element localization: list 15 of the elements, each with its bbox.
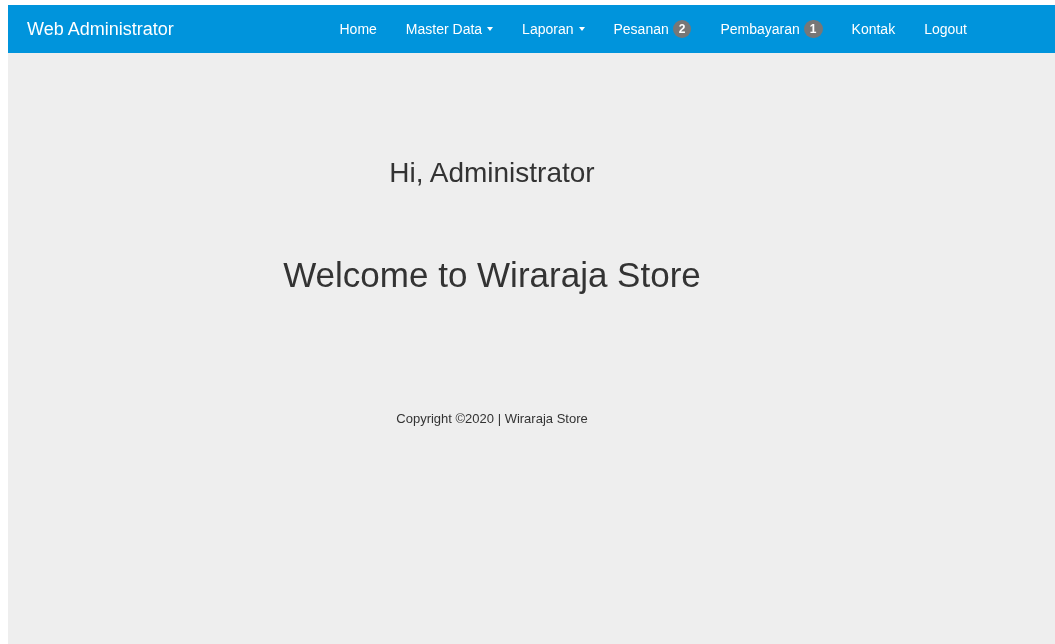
nav-link[interactable]: Logout	[909, 5, 982, 53]
brand-title[interactable]: Web Administrator	[27, 18, 325, 40]
nav-link[interactable]: Kontak	[837, 5, 910, 53]
caret-icon	[578, 27, 585, 31]
nav-link[interactable]: Master Data	[391, 5, 508, 53]
caret-icon	[487, 27, 494, 31]
nav-link[interactable]: Home	[325, 5, 392, 53]
count-badge: 1	[803, 20, 823, 38]
greeting-heading: Hi, Administrator	[389, 157, 595, 189]
copyright-text: Copyright ©2020 | Wiraraja Store	[396, 411, 588, 426]
nav-link[interactable]: Pesanan 2	[599, 5, 706, 53]
nav-link[interactable]: Pembayaran 1	[705, 5, 838, 53]
count-badge: 2	[672, 20, 692, 38]
welcome-heading: Welcome to Wiraraja Store	[283, 255, 701, 295]
nav-link[interactable]: Laporan	[507, 5, 599, 53]
